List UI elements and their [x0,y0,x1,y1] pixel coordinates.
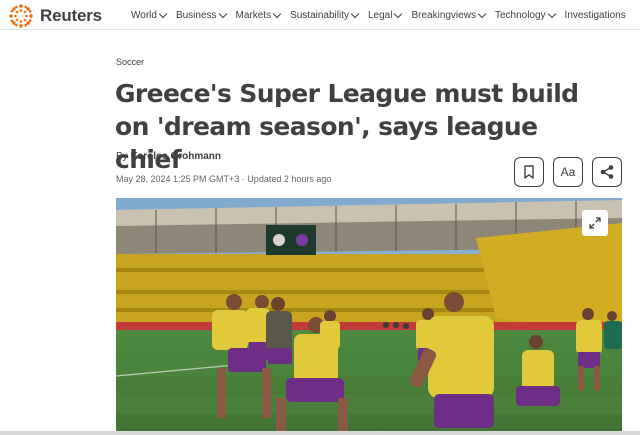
article-photo[interactable] [116,198,622,435]
brand-name: Reuters [40,6,102,25]
nav-label: Investigations [564,9,626,21]
share-icon [600,165,614,179]
nav-label: Legal [368,9,393,21]
nav-item-sustainability[interactable]: Sustainability [290,9,360,21]
chevron-down-icon [350,9,360,18]
nav-label: Business [175,9,217,21]
byline-prefix: By [116,151,128,162]
reuters-logo-icon [9,4,33,28]
font-size-label: Aa [560,165,576,179]
byline: By Karolos Grohmann [116,151,221,162]
chevron-down-icon [218,9,227,18]
expand-icon [589,217,601,229]
nav-item-world[interactable]: World [131,9,168,21]
nav-label: Breakingviews [411,9,476,21]
chevron-down-icon [547,9,556,18]
main-nav: World Business Markets Sustainability Le… [131,0,636,30]
nav-item-legal[interactable]: Legal [368,9,403,21]
chevron-down-icon [272,9,282,18]
author-link[interactable]: Karolos Grohmann [130,151,221,162]
dateline: May 28, 2024 1:25 PM GMT+3 · Updated 2 h… [116,174,332,184]
expand-image-button[interactable] [582,210,608,236]
nav-item-business[interactable]: Business [175,9,227,21]
share-button[interactable] [592,157,622,187]
chevron-down-icon [394,9,403,18]
bookmark-icon [524,165,534,179]
site-header: Reuters World Business Markets Sustainab… [0,0,640,30]
reuters-logo[interactable]: Reuters [8,3,102,29]
nav-label: Technology [494,9,546,21]
chevron-down-icon [477,9,487,18]
stadium-training-photo [116,198,622,435]
nav-item-markets[interactable]: Markets [235,9,282,21]
nav-label: World [131,9,157,21]
nav-item-technology[interactable]: Technology [494,9,556,21]
nav-item-investigations[interactable]: Investigations [565,10,626,21]
nav-label: Sustainability [290,9,349,21]
nav-label: Markets [235,9,272,21]
chevron-down-icon [158,9,168,18]
section-label[interactable]: Soccer [116,57,144,67]
bookmark-button[interactable] [514,157,544,187]
nav-item-breakingviews[interactable]: Breakingviews [411,9,487,21]
font-size-button[interactable]: Aa [553,157,583,187]
scrollbar-track [0,431,640,435]
